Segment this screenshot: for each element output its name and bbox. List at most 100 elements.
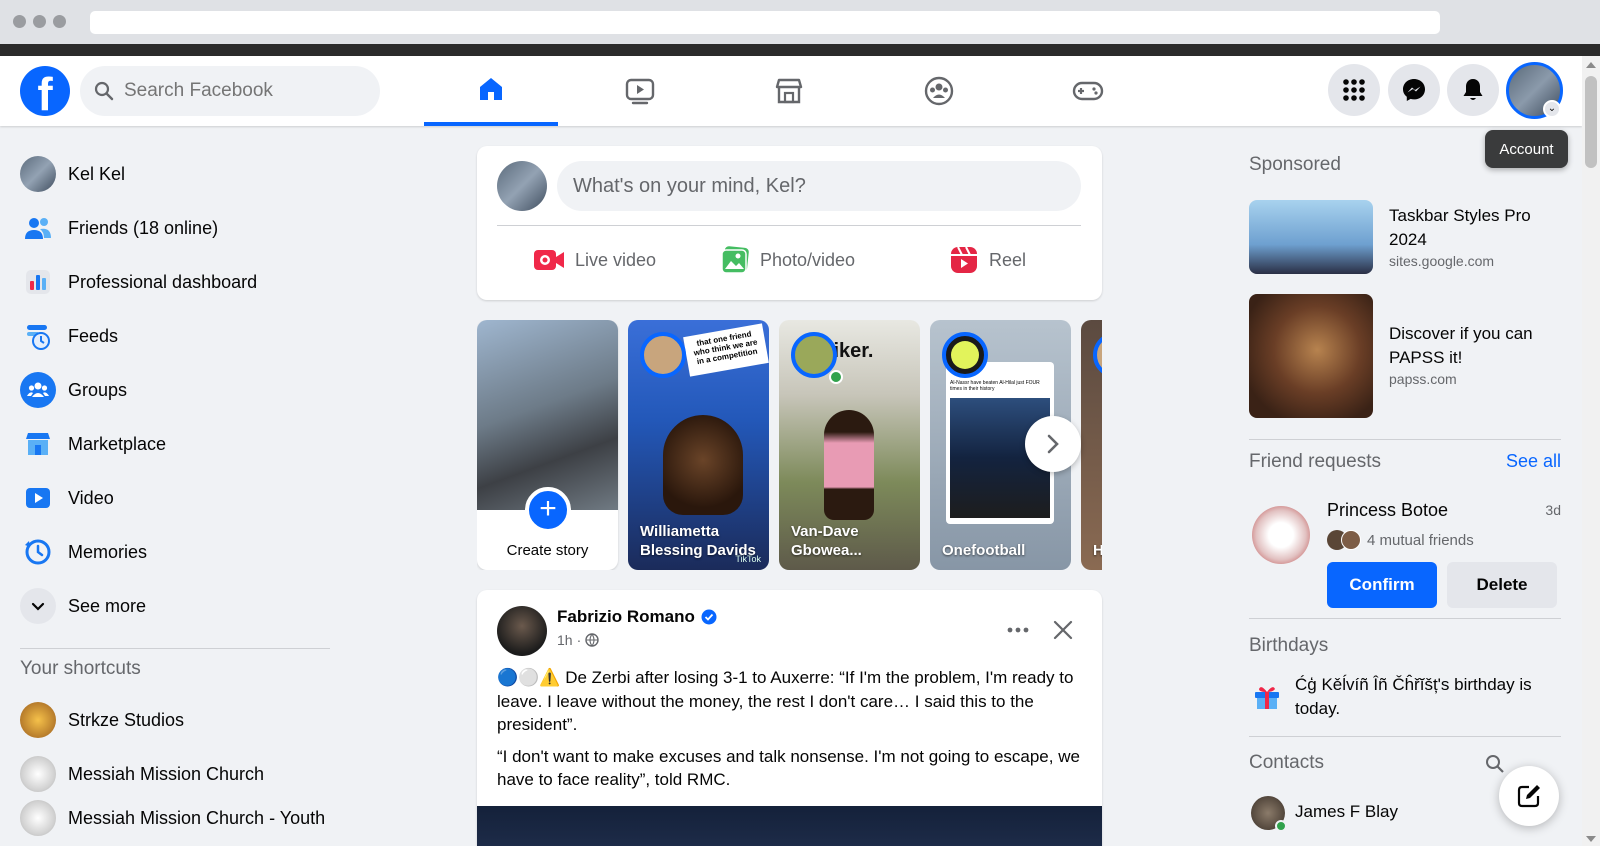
tab-marketplace[interactable] [722, 56, 856, 126]
create-story-card[interactable]: + Create story [477, 320, 618, 570]
search-box[interactable] [80, 66, 380, 116]
shortcut-item[interactable]: Messiah Mission Church [20, 750, 264, 798]
create-story-label: Create story [506, 542, 589, 559]
composer-avatar[interactable] [497, 161, 547, 211]
reel-button[interactable]: Reel [949, 238, 1026, 282]
sidebar-item-friends[interactable]: Friends (18 online) [20, 204, 218, 252]
composer-input[interactable]: What's on your mind, Kel? [557, 161, 1081, 211]
scroll-up-arrow[interactable] [1586, 62, 1596, 68]
hide-post-button[interactable] [1045, 612, 1081, 648]
new-message-button[interactable] [1499, 766, 1559, 826]
mutual-friends[interactable]: 4 mutual friends [1327, 530, 1474, 550]
sidebar-item-label: See more [68, 595, 147, 616]
sidebar-item-label: Groups [68, 379, 128, 400]
sidebar-item-feeds[interactable]: Feeds [20, 312, 118, 360]
tab-video[interactable] [573, 56, 707, 126]
story-caption: that one friend who think we are in a co… [683, 323, 769, 377]
video-tab-icon [625, 78, 655, 105]
tab-gaming[interactable] [1021, 56, 1155, 126]
tab-groups[interactable] [872, 56, 1006, 126]
facebook-logo[interactable]: f [20, 66, 70, 116]
ad-thumbnail [1249, 200, 1373, 274]
marketplace-tab-icon [775, 78, 803, 104]
live-video-icon [534, 250, 564, 270]
search-input[interactable] [124, 80, 364, 102]
ad-title: Taskbar Styles Pro 2024 [1389, 206, 1531, 249]
chevron-right-icon [1047, 434, 1059, 454]
contacts-heading: Contacts [1249, 752, 1324, 773]
contacts-search-icon[interactable] [1485, 754, 1505, 774]
sidebar-item-memories[interactable]: Memories [20, 528, 147, 576]
plus-icon[interactable]: + [525, 487, 571, 533]
sidebar-item-see-more[interactable]: See more [20, 582, 146, 630]
confirm-button[interactable]: Confirm [1327, 562, 1437, 608]
story-card[interactable]: that one friend who think we are in a co… [628, 320, 769, 570]
notifications-button[interactable] [1447, 64, 1499, 116]
search-icon [94, 81, 114, 101]
profile-avatar [20, 156, 56, 192]
shortcut-avatar [20, 756, 56, 792]
story-card[interactable]: H [1081, 320, 1102, 570]
left-sidebar: Kel Kel Friends (18 online) Professional… [0, 126, 340, 846]
sidebar-item-label: Feeds [68, 325, 119, 346]
scrollbar-thumb[interactable] [1585, 76, 1597, 168]
ad-item[interactable]: Discover if you can PAPSS it! papss.com [1249, 294, 1561, 418]
story-author-label: H [1093, 542, 1102, 559]
stories-next-button[interactable] [1025, 416, 1081, 472]
contact-name[interactable]: James F Blay [1295, 802, 1398, 822]
shortcut-item[interactable]: Messiah Mission Church - Youth [20, 794, 325, 842]
post-author[interactable]: Fabrizio Romano [557, 607, 717, 627]
window-maximize-dot[interactable] [53, 15, 66, 28]
post-meta: 1h · [557, 632, 599, 648]
window-close-dot[interactable] [13, 15, 26, 28]
dashboard-icon [20, 264, 56, 300]
post-media[interactable] [477, 806, 1102, 846]
requester-avatar[interactable] [1252, 506, 1310, 564]
story-card[interactable]: triker. Van-Dave Gbowea... [779, 320, 920, 570]
sidebar-item-professional-dashboard[interactable]: Professional dashboard [20, 258, 257, 306]
window-minimize-dot[interactable] [33, 15, 46, 28]
post-options-button[interactable] [1000, 612, 1036, 648]
photo-icon [721, 246, 749, 274]
live-video-button[interactable]: Live video [533, 238, 656, 282]
more-horizontal-icon [1007, 627, 1029, 633]
scroll-down-arrow[interactable] [1586, 836, 1596, 842]
chevron-down-icon [20, 588, 56, 624]
sidebar-item-video[interactable]: Video [20, 474, 114, 522]
photo-video-button[interactable]: Photo/video [720, 238, 855, 282]
page-scrollbar[interactable] [1582, 56, 1600, 846]
story-author-label: Williametta Blessing Davids [640, 523, 756, 559]
post-time[interactable]: 1h [557, 632, 573, 648]
birthday-text[interactable]: Ćģ Kěĺvíñ Îñ Čĥřĭšț's birthday is today. [1295, 673, 1565, 720]
ad-title: Discover if you can PAPSS it! [1389, 324, 1533, 367]
browser-chrome [0, 0, 1600, 44]
sidebar-item-groups[interactable]: Groups [20, 366, 127, 414]
ad-item[interactable]: Taskbar Styles Pro 2024 sites.google.com [1249, 200, 1561, 274]
account-chevron-icon[interactable]: ⌄ [1543, 100, 1561, 118]
compose-icon [1517, 785, 1540, 808]
post-author-avatar[interactable] [497, 606, 547, 656]
post-author-name[interactable]: Fabrizio Romano [557, 607, 695, 627]
feed-post: Fabrizio Romano 1h · 🔵⚪️⚠️ De Zerbi afte… [477, 590, 1102, 846]
sidebar-item-label: Kel Kel [68, 163, 126, 184]
tab-home[interactable] [424, 56, 558, 126]
see-all-link[interactable]: See all [1506, 451, 1561, 472]
delete-button[interactable]: Delete [1447, 562, 1557, 608]
menu-button[interactable] [1328, 64, 1380, 116]
gift-icon [1255, 687, 1279, 709]
messenger-button[interactable] [1388, 64, 1440, 116]
mutual-friend-avatar [1341, 530, 1361, 550]
story-person-photo [824, 410, 874, 520]
bookmarks-strip [0, 44, 1600, 56]
friend-requests-heading: Friend requests [1249, 451, 1382, 472]
story-person-photo [663, 415, 743, 515]
shortcut-avatar [20, 702, 56, 738]
shortcut-avatar [20, 800, 56, 836]
sidebar-item-profile[interactable]: Kel Kel [20, 150, 125, 198]
stories-tray: + Create story that one friend who think… [477, 320, 1102, 570]
story-author-label: Onefootball [942, 542, 1026, 559]
sidebar-item-marketplace[interactable]: Marketplace [20, 420, 166, 468]
requester-name[interactable]: Princess Botoe [1327, 500, 1448, 521]
address-bar[interactable] [90, 11, 1440, 34]
shortcut-item[interactable]: Strkze Studios [20, 696, 184, 744]
